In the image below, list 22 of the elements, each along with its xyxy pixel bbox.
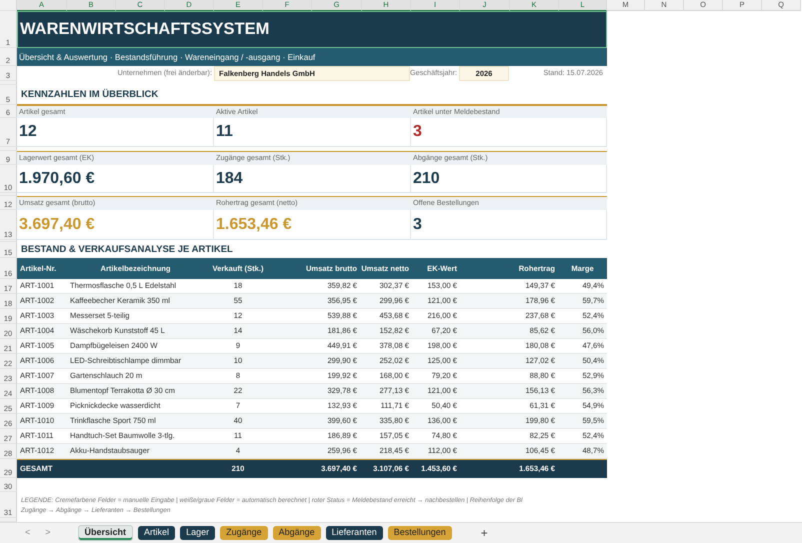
kpi-value: 3 [411,118,607,147]
kpi-value: 184 [214,165,411,193]
section-heading: KENNZAHLEN IM ÜBERBLICK [20,88,158,102]
sheet-tab[interactable]: Abgänge [272,526,321,540]
kpi-value: 1.970,60 € [17,165,214,193]
sheet-tab[interactable]: Bestellungen [388,526,452,540]
sheet-tab[interactable]: Artikel [138,526,176,540]
kpi-value: 12 [17,118,214,147]
section-heading: BESTAND & VERKAUFSANALYSE JE ARTIKEL [20,242,233,257]
kpi-value: 3 [411,210,607,240]
kpi-value: 210 [411,165,607,193]
kpi-value: 3.697,40 € [17,210,214,240]
sheet-tab[interactable]: Übersicht [78,525,134,541]
kpi-value: 1.653,46 € [214,210,411,240]
select-all-corner[interactable] [0,0,17,11]
sheet-tab[interactable]: Lieferanten [326,526,383,540]
add-sheet-button[interactable]: + [474,524,494,542]
sheet-tab[interactable]: Zugänge [220,526,268,540]
sheet-tab[interactable]: Lager [180,526,216,540]
sheet-title: WARENWIRTSCHAFTSSYSTEM [17,11,607,48]
subtitle: Übersicht & Auswertung · Bestandsführung · Wareneingang / -ausgang · Einkauf [17,48,607,66]
kpi-value: 11 [214,118,411,147]
